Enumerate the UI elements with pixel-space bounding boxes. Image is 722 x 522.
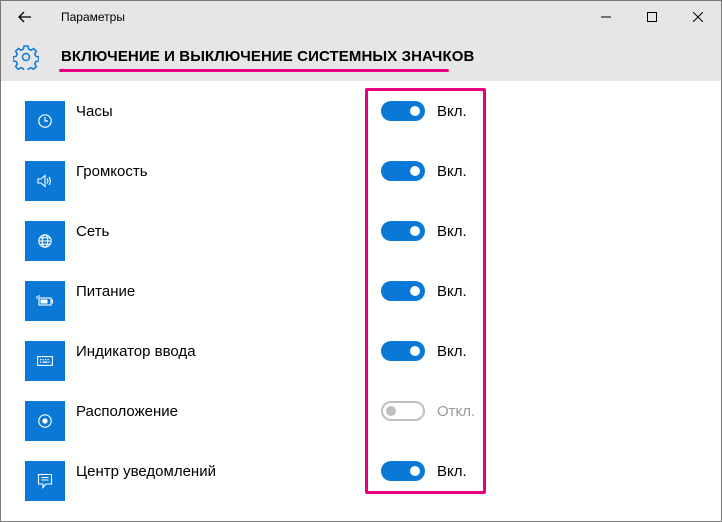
item-label: Индикатор ввода [76,343,196,360]
minimize-button[interactable] [583,1,629,33]
volume-icon [37,174,51,188]
title-bar: Параметры [1,1,721,33]
volume-tile [25,161,65,201]
notification-center-tile [25,461,65,501]
item-label: Центр уведомлений [76,463,216,480]
item-label: Громкость [76,163,148,180]
gear-icon [13,45,39,70]
list-item-notification-center: Центр уведомлений Вкл. [1,441,721,501]
input-indicator-tile [25,341,65,381]
item-label: Сеть [76,223,110,240]
battery-icon [36,295,54,306]
page-title: ВКЛЮЧЕНИЕ И ВЫКЛЮЧЕНИЕ СИСТЕМНЫХ ЗНАЧКОВ [61,48,475,65]
network-tile [25,221,65,261]
notification-center-icon [37,473,53,489]
app-title: Параметры [61,10,125,24]
toggles-highlight-box [365,88,486,494]
settings-window: Параметры ВКЛЮЧЕНИЕ И ВЫКЛЮЧЕНИЕ СИСТЕМН… [0,0,722,522]
list-item-volume: Громкость Вкл. [1,141,721,201]
page-header: ВКЛЮЧЕНИЕ И ВЫКЛЮЧЕНИЕ СИСТЕМНЫХ ЗНАЧКОВ [1,33,721,81]
back-button[interactable] [9,5,41,29]
item-label: Питание [76,283,136,300]
item-label: Часы [76,103,113,120]
title-underline [59,69,449,72]
list-item-power: Питание Вкл. [1,261,721,321]
list-item-network: Сеть Вкл. [1,201,721,261]
back-arrow-icon [18,11,31,23]
keyboard-icon [37,356,53,366]
clock-icon [38,114,52,128]
list-item-input-indicator: Индикатор ввода Вкл. [1,321,721,381]
location-icon [38,414,52,428]
list-item-location: Расположение Откл. [1,381,721,441]
globe-icon [38,234,52,248]
item-label: Расположение [76,403,178,420]
location-tile [25,401,65,441]
clock-tile [25,101,65,141]
maximize-icon [647,12,657,22]
close-icon [693,12,703,22]
maximize-button[interactable] [629,1,675,33]
list-item-clock: Часы Вкл. [1,81,721,141]
minimize-icon [601,16,611,18]
close-button[interactable] [675,1,721,33]
power-tile [25,281,65,321]
